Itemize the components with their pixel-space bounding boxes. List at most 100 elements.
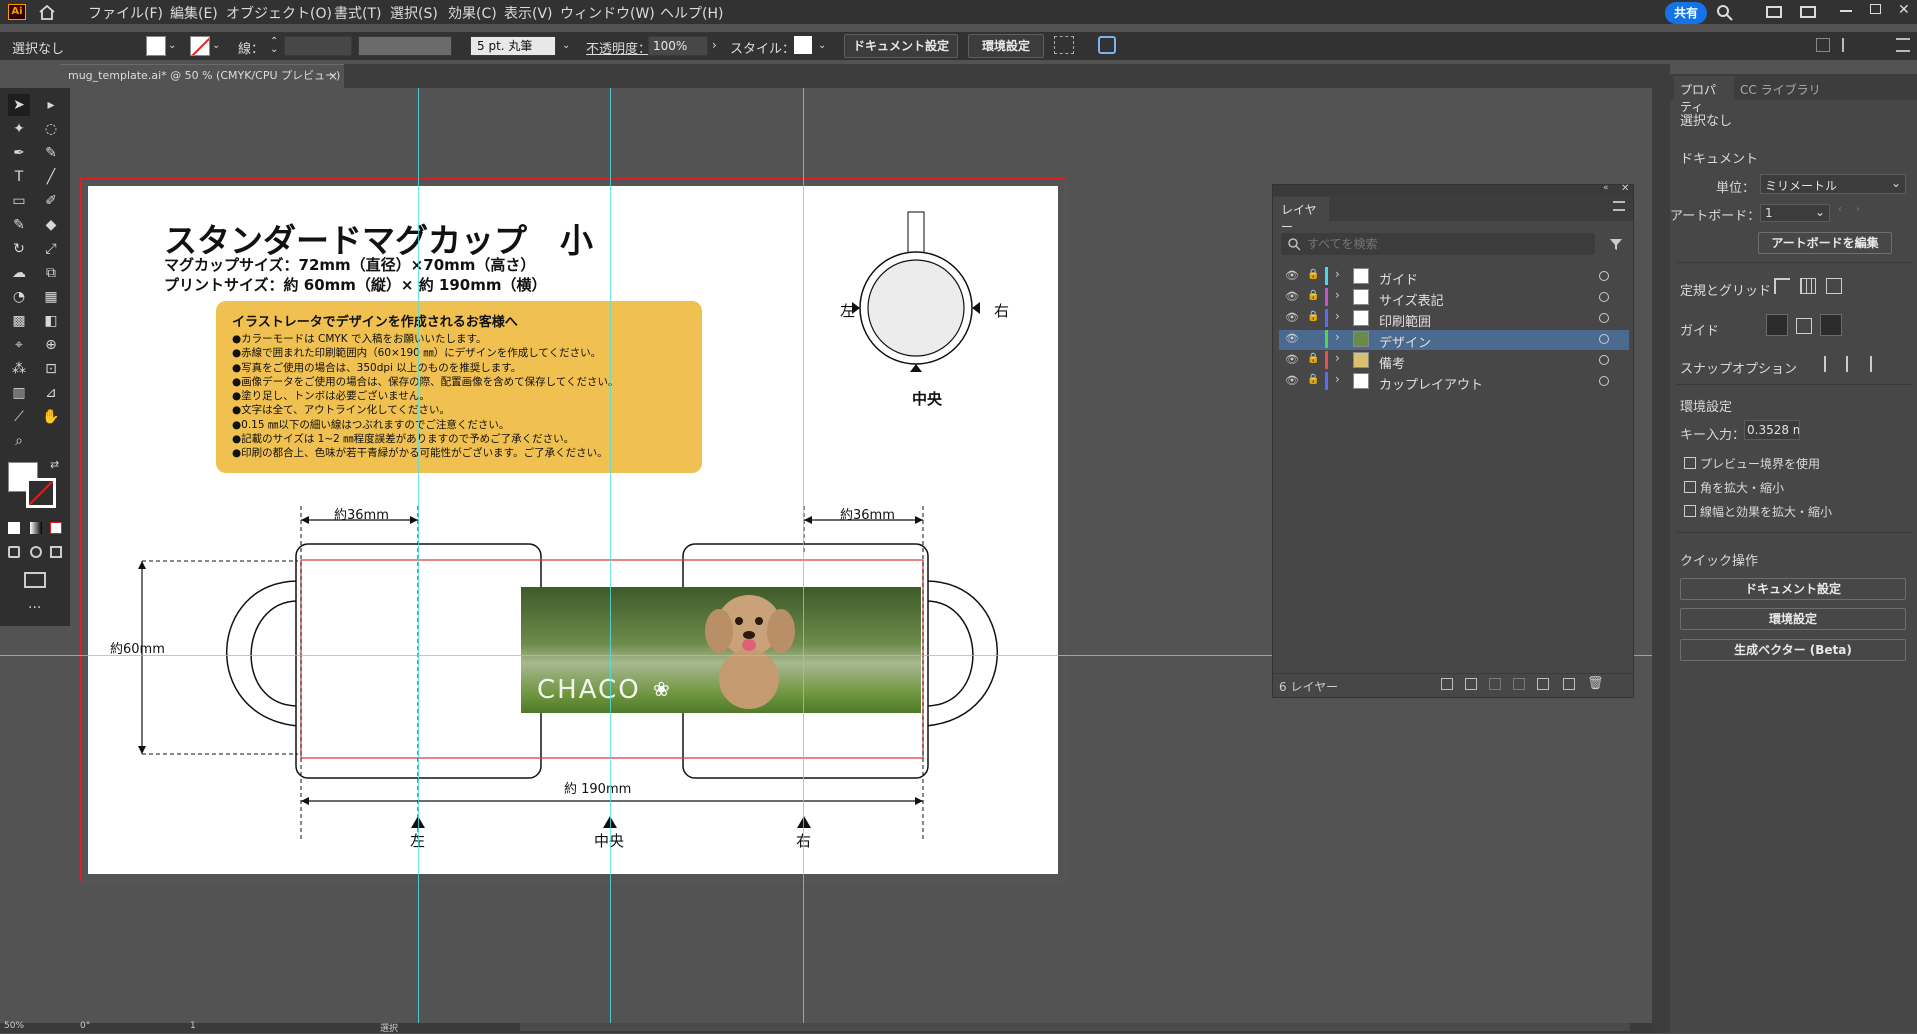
collect-export-icon[interactable]	[1441, 678, 1453, 690]
ruler-icon[interactable]	[1774, 278, 1790, 294]
layers-search-input[interactable]	[1307, 235, 1587, 253]
close-panel-icon[interactable]: ✕	[1621, 183, 1629, 194]
expand-chevron-icon[interactable]: ›	[1335, 267, 1340, 281]
lock-icon[interactable]: 🔒	[1307, 269, 1319, 280]
placed-dog-photo[interactable]: CHACO ❀	[521, 587, 921, 713]
curvature-tool-icon[interactable]: ✎	[40, 142, 62, 164]
selection-tool-icon[interactable]: ➤	[8, 94, 30, 116]
grid-icon[interactable]	[1800, 278, 1816, 294]
layer-row-cup-layout[interactable]: 👁 🔒 › カップレイアウト	[1279, 372, 1629, 393]
preferences-button[interactable]: 環境設定	[968, 34, 1044, 58]
pen-tool-icon[interactable]: ✒	[8, 142, 30, 164]
lock-icon[interactable]: 🔒	[1307, 311, 1319, 322]
checkbox-preview-bounds[interactable]	[1684, 457, 1696, 469]
expand-chevron-icon[interactable]: ›	[1335, 372, 1340, 386]
none-mode-icon[interactable]	[50, 522, 62, 534]
keyboard-increment-field[interactable]: 0.3528 m	[1744, 420, 1800, 440]
lock-guides-icon[interactable]	[1796, 318, 1812, 334]
eyedropper-tool-icon[interactable]: ⌖	[8, 334, 30, 356]
menu-view[interactable]: 表示(V)	[504, 3, 553, 23]
visibility-eye-icon[interactable]: 👁	[1285, 332, 1299, 345]
draw-inside-icon[interactable]	[50, 546, 62, 558]
stroke-weight-field[interactable]	[284, 36, 352, 56]
filter-icon[interactable]	[1609, 237, 1623, 251]
artboard-next-icon[interactable]: ›	[1856, 204, 1860, 215]
layer-row-design[interactable]: 👁 › デザイン	[1279, 330, 1629, 351]
minimize-icon[interactable]	[1840, 10, 1852, 12]
horizontal-scrollbar[interactable]	[520, 1023, 1630, 1031]
target-circle-icon[interactable]	[1599, 271, 1609, 281]
rotate-view[interactable]: 0°	[80, 1021, 90, 1031]
target-circle-icon[interactable]	[1599, 313, 1609, 323]
variable-width-profile[interactable]	[358, 36, 452, 56]
target-circle-icon[interactable]	[1599, 355, 1609, 365]
draw-behind-icon[interactable]	[30, 546, 42, 558]
perspective-grid-tool-icon[interactable]: ▦	[40, 286, 62, 308]
stroke-color-icon[interactable]	[26, 478, 56, 508]
eyedropper-icon[interactable]: ⟋	[8, 406, 30, 428]
delete-layer-icon[interactable]: 🗑	[1587, 676, 1604, 691]
lock-icon[interactable]: 🔒	[1307, 290, 1319, 301]
eraser-tool-icon[interactable]: ◆	[40, 214, 62, 236]
collapse-icon[interactable]: «	[1603, 183, 1609, 193]
checkbox-scale-corners[interactable]	[1684, 481, 1696, 493]
visibility-eye-icon[interactable]: 👁	[1285, 374, 1299, 387]
paintbrush-tool-icon[interactable]: ✐	[40, 190, 62, 212]
libraries-tab[interactable]: CC ライブラリ	[1740, 81, 1821, 98]
menu-select[interactable]: 選択(S)	[390, 3, 438, 23]
unit-select[interactable]: ミリメートル ⌄	[1760, 174, 1906, 194]
layers-tab[interactable]: レイヤー	[1273, 197, 1329, 234]
expand-chevron-icon[interactable]: ›	[1335, 330, 1340, 344]
new-layer-icon[interactable]	[1537, 678, 1549, 690]
artboard[interactable]: スタンダードマグカップ 小 マグカップサイズ：72mm（直径）×70mm（高さ）…	[88, 186, 1058, 874]
target-circle-icon[interactable]	[1599, 292, 1609, 302]
warp-tool-icon[interactable]: ☁	[8, 262, 30, 284]
menu-edit[interactable]: 編集(E)	[170, 3, 218, 23]
layer-row-print-range[interactable]: 👁 🔒 › 印刷範囲	[1279, 309, 1629, 330]
symbol-sprayer-tool-icon[interactable]: ⁂	[8, 358, 30, 380]
artboard-prev-icon[interactable]: ‹	[1838, 204, 1842, 215]
transparency-grid-icon[interactable]	[1826, 278, 1842, 294]
workspace-icon[interactable]	[1800, 6, 1816, 18]
expand-chevron-icon[interactable]: ›	[1335, 288, 1340, 302]
quick-prefs-button[interactable]: 環境設定	[1680, 608, 1906, 630]
panel-menu-icon[interactable]	[1896, 38, 1910, 52]
color-mode-icon[interactable]	[8, 522, 20, 534]
screen-mode-icon[interactable]	[24, 572, 46, 588]
chevron-down-icon[interactable]: ⌄	[562, 40, 570, 51]
smart-guides-icon[interactable]	[1820, 314, 1842, 336]
expand-chevron-icon[interactable]: ›	[1335, 351, 1340, 365]
properties-tab[interactable]: プロパティ	[1674, 76, 1734, 114]
snap-grid-icon[interactable]	[1846, 356, 1860, 372]
stroke-swatch[interactable]	[190, 36, 210, 56]
style-swatch[interactable]	[794, 36, 812, 54]
magic-wand-tool-icon[interactable]: ✦	[8, 118, 30, 140]
new-sublayer-icon[interactable]	[1513, 678, 1525, 690]
checkbox-scale-strokes[interactable]	[1684, 505, 1696, 517]
share-button[interactable]: 共有	[1665, 2, 1707, 24]
swap-colors-icon[interactable]: ⇄	[50, 458, 59, 471]
chevron-right-icon[interactable]: ›	[712, 38, 717, 52]
column-graph-tool-icon[interactable]: ▥	[8, 382, 30, 404]
chevron-down-icon[interactable]: ⌄	[818, 40, 826, 51]
restore-icon[interactable]	[1870, 4, 1881, 14]
lock-icon[interactable]: 🔒	[1307, 353, 1319, 364]
menu-type[interactable]: 書式(T)	[334, 3, 381, 23]
mesh-tool-icon[interactable]: ▩	[8, 310, 30, 332]
visibility-eye-icon[interactable]: 👁	[1285, 311, 1299, 324]
menu-help[interactable]: ヘルプ(H)	[660, 3, 723, 23]
visibility-eye-icon[interactable]: 👁	[1285, 353, 1299, 366]
tab-close-icon[interactable]: ×	[328, 65, 338, 87]
brush-definition[interactable]: 5 pt. 丸筆	[470, 36, 556, 56]
opacity-label[interactable]: 不透明度：	[586, 38, 651, 57]
quick-doc-setup-button[interactable]: ドキュメント設定	[1680, 578, 1906, 600]
target-circle-icon[interactable]	[1599, 376, 1609, 386]
shaper-tool-icon[interactable]: ✎	[8, 214, 30, 236]
visibility-eye-icon[interactable]: 👁	[1285, 269, 1299, 282]
menu-window[interactable]: ウィンドウ(W)	[560, 3, 655, 23]
arrange-documents-icon[interactable]	[1766, 6, 1782, 18]
artboard-number[interactable]: 1	[190, 1021, 196, 1031]
close-window-icon[interactable]: ✕	[1898, 2, 1910, 18]
gradient-tool-icon[interactable]: ◧	[40, 310, 62, 332]
scale-tool-icon[interactable]: ⤢	[40, 238, 62, 260]
